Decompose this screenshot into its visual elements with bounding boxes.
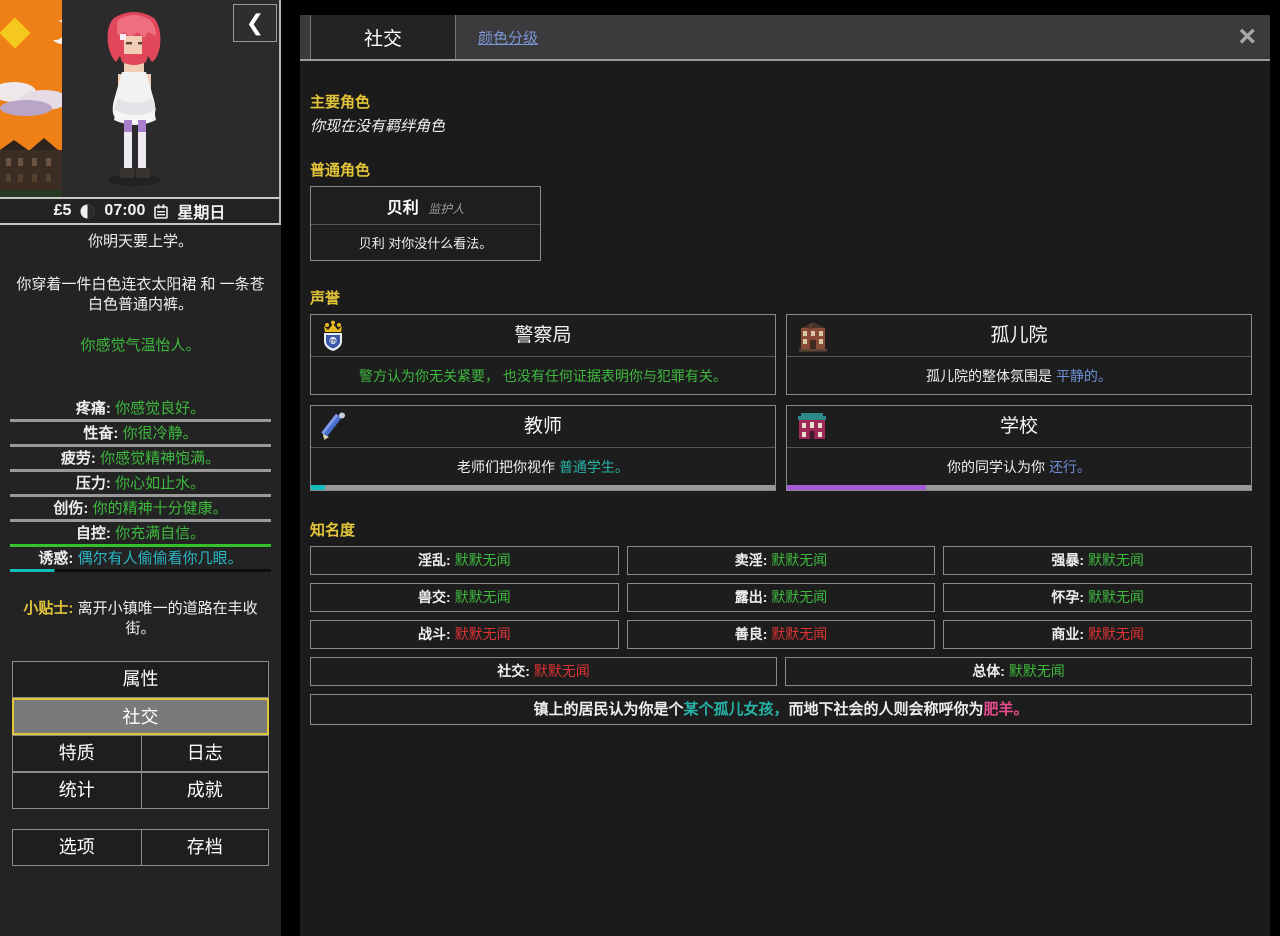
- fame-rape: 强暴: 默默无闻: [943, 546, 1252, 575]
- stat-fatigue: 疲劳: 你感觉精神饱满。: [8, 449, 273, 468]
- traits-button[interactable]: 特质: [12, 735, 141, 772]
- teachers-reputation-bar: [311, 485, 775, 490]
- stat-control: 自控: 你充满自信。: [8, 524, 273, 543]
- day-value: 星期日: [177, 199, 225, 223]
- school-notice: 你明天要上学。: [0, 230, 281, 251]
- teachers-title: 教师: [311, 406, 775, 448]
- teachers-desc: 老师们把你视作 普通学生。: [311, 448, 775, 485]
- money-value: £5: [54, 202, 72, 220]
- fame-promiscuity: 淫乱: 默默无闻: [310, 546, 619, 575]
- orphanage-icon: [796, 320, 830, 352]
- saves-button[interactable]: 存档: [141, 829, 270, 866]
- main-characters-title: 主要角色: [310, 91, 1252, 112]
- fame-kindness: 善良: 默默无闻: [627, 620, 936, 649]
- fame-bestiality: 兽交: 默默无闻: [310, 583, 619, 612]
- school-reputation-bar: [787, 485, 1251, 490]
- clock-icon: [80, 204, 95, 219]
- school-title: 学校: [787, 406, 1251, 448]
- character-portrait: ❮: [0, 0, 281, 197]
- police-badge-icon: ER: [320, 320, 346, 352]
- stat-stress: 压力: 你心如止水。: [8, 474, 273, 493]
- stat-allure-bar: [10, 569, 271, 572]
- options-button[interactable]: 选项: [12, 829, 141, 866]
- fame-exhibitionism: 露出: 默默无闻: [627, 583, 936, 612]
- fame-title: 知名度: [310, 519, 1252, 540]
- time-value: 07:00: [104, 202, 145, 220]
- police-desc: 警方认为你无关紧要， 也没有任何证据表明你与犯罪有关。: [311, 357, 775, 394]
- clothing-description: 你穿着一件白色连衣太阳裙 和 一条苍白色普通内裤。: [12, 275, 269, 315]
- stat-arousal: 性奋: 你很冷静。: [8, 424, 273, 443]
- fame-grid-row2: 兽交: 默默无闻 露出: 默默无闻 怀孕: 默默无闻: [310, 583, 1252, 612]
- stat-list: 疼痛: 你感觉良好。 性奋: 你很冷静。 疲劳: 你感觉精神饱满。 压力: 你心…: [8, 399, 273, 572]
- stat-control-bar: [10, 544, 271, 547]
- fame-grid-row4: 社交: 默默无闻 总体: 默默无闻: [310, 657, 1252, 686]
- orphanage-title: 孤儿院: [787, 315, 1251, 357]
- main-characters-empty: 你现在没有羁绊角色: [310, 115, 1252, 136]
- npc-opinion: 贝利 对你没什么看法。: [311, 225, 540, 260]
- fame-grid-row1: 淫乱: 默默无闻 卖淫: 默默无闻 强暴: 默默无闻: [310, 546, 1252, 575]
- status-bar: £5 07:00 星期日: [0, 197, 281, 225]
- tab-bar: 社交 颜色分级 ×: [300, 15, 1270, 61]
- npc-card-bailey[interactable]: 贝利 监护人 贝利 对你没什么看法。: [310, 186, 541, 261]
- player-character-sprite: [100, 10, 170, 188]
- reputation-title: 声誉: [310, 287, 1252, 308]
- orphanage-desc: 孤儿院的整体氛围是 平静的。: [787, 357, 1251, 394]
- npc-role: 监护人: [428, 202, 464, 216]
- fame-pregnancy: 怀孕: 默默无闻: [943, 583, 1252, 612]
- stat-stress-bar: [10, 494, 271, 497]
- stat-trauma-bar: [10, 519, 271, 522]
- close-icon[interactable]: ×: [1238, 19, 1256, 55]
- fame-overall: 总体: 默默无闻: [785, 657, 1252, 686]
- stat-allure: 诱惑: 偶尔有人偷偷看你几眼。: [8, 549, 273, 568]
- fame-social: 社交: 默默无闻: [310, 657, 777, 686]
- school-desc: 你的同学认为你 还行。: [787, 448, 1251, 485]
- attributes-button[interactable]: 属性: [12, 661, 269, 698]
- reputation-card-teachers: 教师 老师们把你视作 普通学生。: [310, 405, 776, 491]
- social-overlay-panel: 社交 颜色分级 × 主要角色 你现在没有羁绊角色 普通角色 贝利 监护人 贝利 …: [300, 15, 1270, 936]
- svg-text:ER: ER: [330, 339, 337, 344]
- sidebar-collapse-button[interactable]: ❮: [233, 4, 277, 42]
- temperature-feel: 你感觉气温怡人。: [0, 334, 281, 355]
- stat-trauma: 创伤: 你的精神十分健康。: [8, 499, 273, 518]
- reputation-card-orphanage: 孤儿院 孤儿院的整体氛围是 平静的。: [786, 314, 1252, 395]
- reputation-grid: ER 警察局 警方认为你无关紧要， 也没有任何证据表明你与犯罪有关。: [310, 314, 1252, 491]
- fame-summary: 镇上的居民认为你是个某个孤儿女孩，而地下社会的人则会称呼你为肥羊。: [310, 694, 1252, 725]
- stat-pain-bar: [10, 419, 271, 422]
- sidebar: ❮ £5 07:00 星期日 你明天要上学。 你穿着一件白色连衣太阳裙 和 一条…: [0, 0, 281, 936]
- sidebar-menu: 属性 社交 特质 日志 统计 成就 选项 存档: [12, 661, 269, 866]
- tab-social[interactable]: 社交: [310, 15, 456, 59]
- tip-text: 小贴士: 离开小镇唯一的道路在丰收街。: [14, 599, 267, 639]
- calendar-icon: [154, 204, 168, 219]
- school-icon: [796, 411, 828, 441]
- reputation-card-school: 学校 你的同学认为你 还行。: [786, 405, 1252, 491]
- fame-prostitution: 卖淫: 默默无闻: [627, 546, 936, 575]
- police-title: 警察局: [311, 315, 775, 357]
- pen-icon: [320, 411, 350, 441]
- achievements-button[interactable]: 成就: [141, 772, 270, 809]
- stat-fatigue-bar: [10, 469, 271, 472]
- color-grading-link[interactable]: 颜色分级: [478, 27, 538, 48]
- fame-business: 商业: 默默无闻: [943, 620, 1252, 649]
- journal-button[interactable]: 日志: [141, 735, 270, 772]
- social-button[interactable]: 社交: [12, 698, 269, 735]
- town-scene-image: [0, 0, 62, 197]
- statistics-button[interactable]: 统计: [12, 772, 141, 809]
- npc-section-title: 普通角色: [310, 159, 1252, 180]
- fame-grid-row3: 战斗: 默默无闻 善良: 默默无闻 商业: 默默无闻: [310, 620, 1252, 649]
- npc-name: 贝利: [387, 200, 419, 217]
- stat-pain: 疼痛: 你感觉良好。: [8, 399, 273, 418]
- fame-combat: 战斗: 默默无闻: [310, 620, 619, 649]
- reputation-card-police: ER 警察局 警方认为你无关紧要， 也没有任何证据表明你与犯罪有关。: [310, 314, 776, 395]
- stat-arousal-bar: [10, 444, 271, 447]
